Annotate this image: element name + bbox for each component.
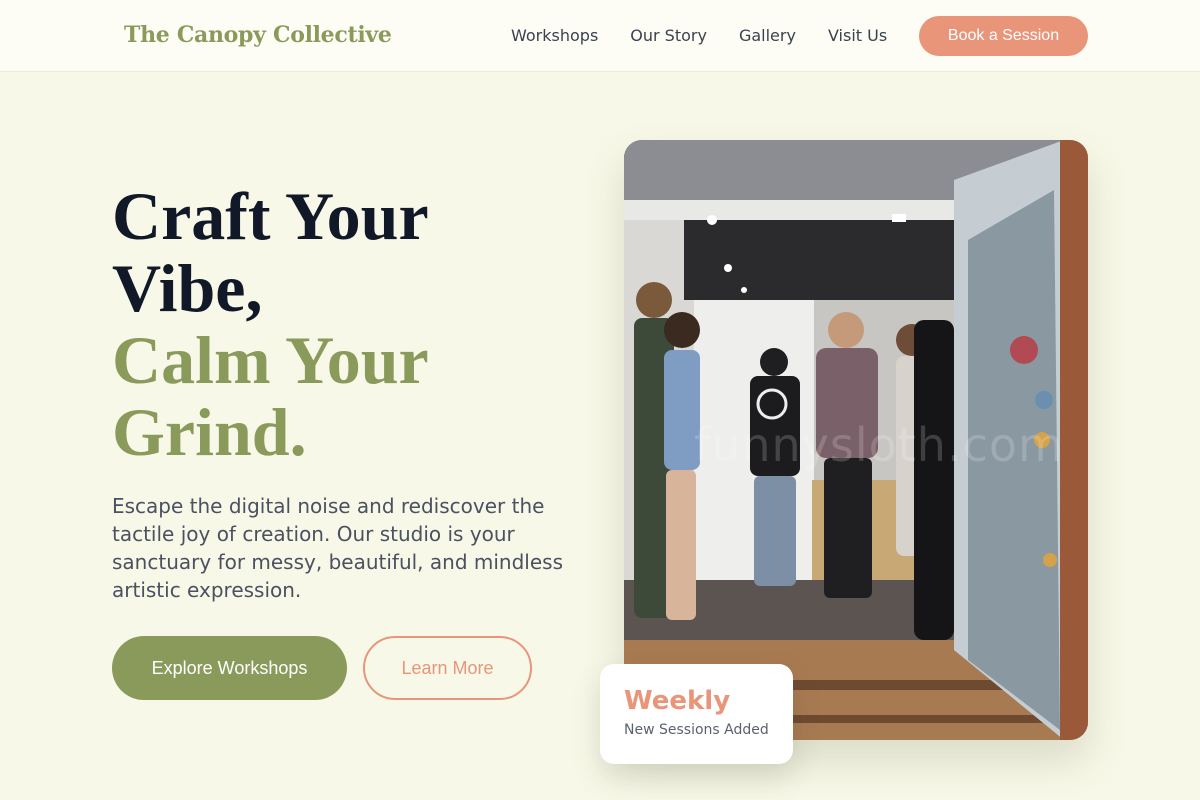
nav-link-visit-us[interactable]: Visit Us [828, 26, 887, 45]
weekly-sessions-card: Weekly New Sessions Added [600, 664, 793, 764]
nav-link-gallery[interactable]: Gallery [739, 26, 796, 45]
hero-description: Escape the digital noise and rediscover … [112, 494, 563, 602]
hero-title-line-2: Vibe, [112, 250, 263, 326]
hero-title-line-3: Calm Your [112, 322, 429, 398]
explore-workshops-button[interactable]: Explore Workshops [112, 636, 347, 700]
badge-title: Weekly [624, 686, 731, 716]
hero-title-line-4: Grind. [112, 394, 307, 470]
hero-photo: funnysloth.com [624, 140, 1088, 740]
book-session-button[interactable]: Book a Session [919, 16, 1088, 56]
photo-watermark: funnysloth.com [694, 418, 1064, 472]
site-header: The Canopy Collective Workshops Our Stor… [0, 0, 1200, 72]
nav-link-our-story[interactable]: Our Story [630, 26, 707, 45]
main-nav: Workshops Our Story Gallery Visit Us [511, 26, 919, 45]
hero-title: Craft Your Vibe, Calm Your Grind. [112, 180, 429, 468]
badge-subtitle: New Sessions Added [624, 722, 769, 738]
site-logo[interactable]: The Canopy Collective [124, 22, 392, 48]
hero-title-line-1: Craft Your [112, 178, 429, 254]
learn-more-button[interactable]: Learn More [363, 636, 532, 700]
nav-link-workshops[interactable]: Workshops [511, 26, 598, 45]
